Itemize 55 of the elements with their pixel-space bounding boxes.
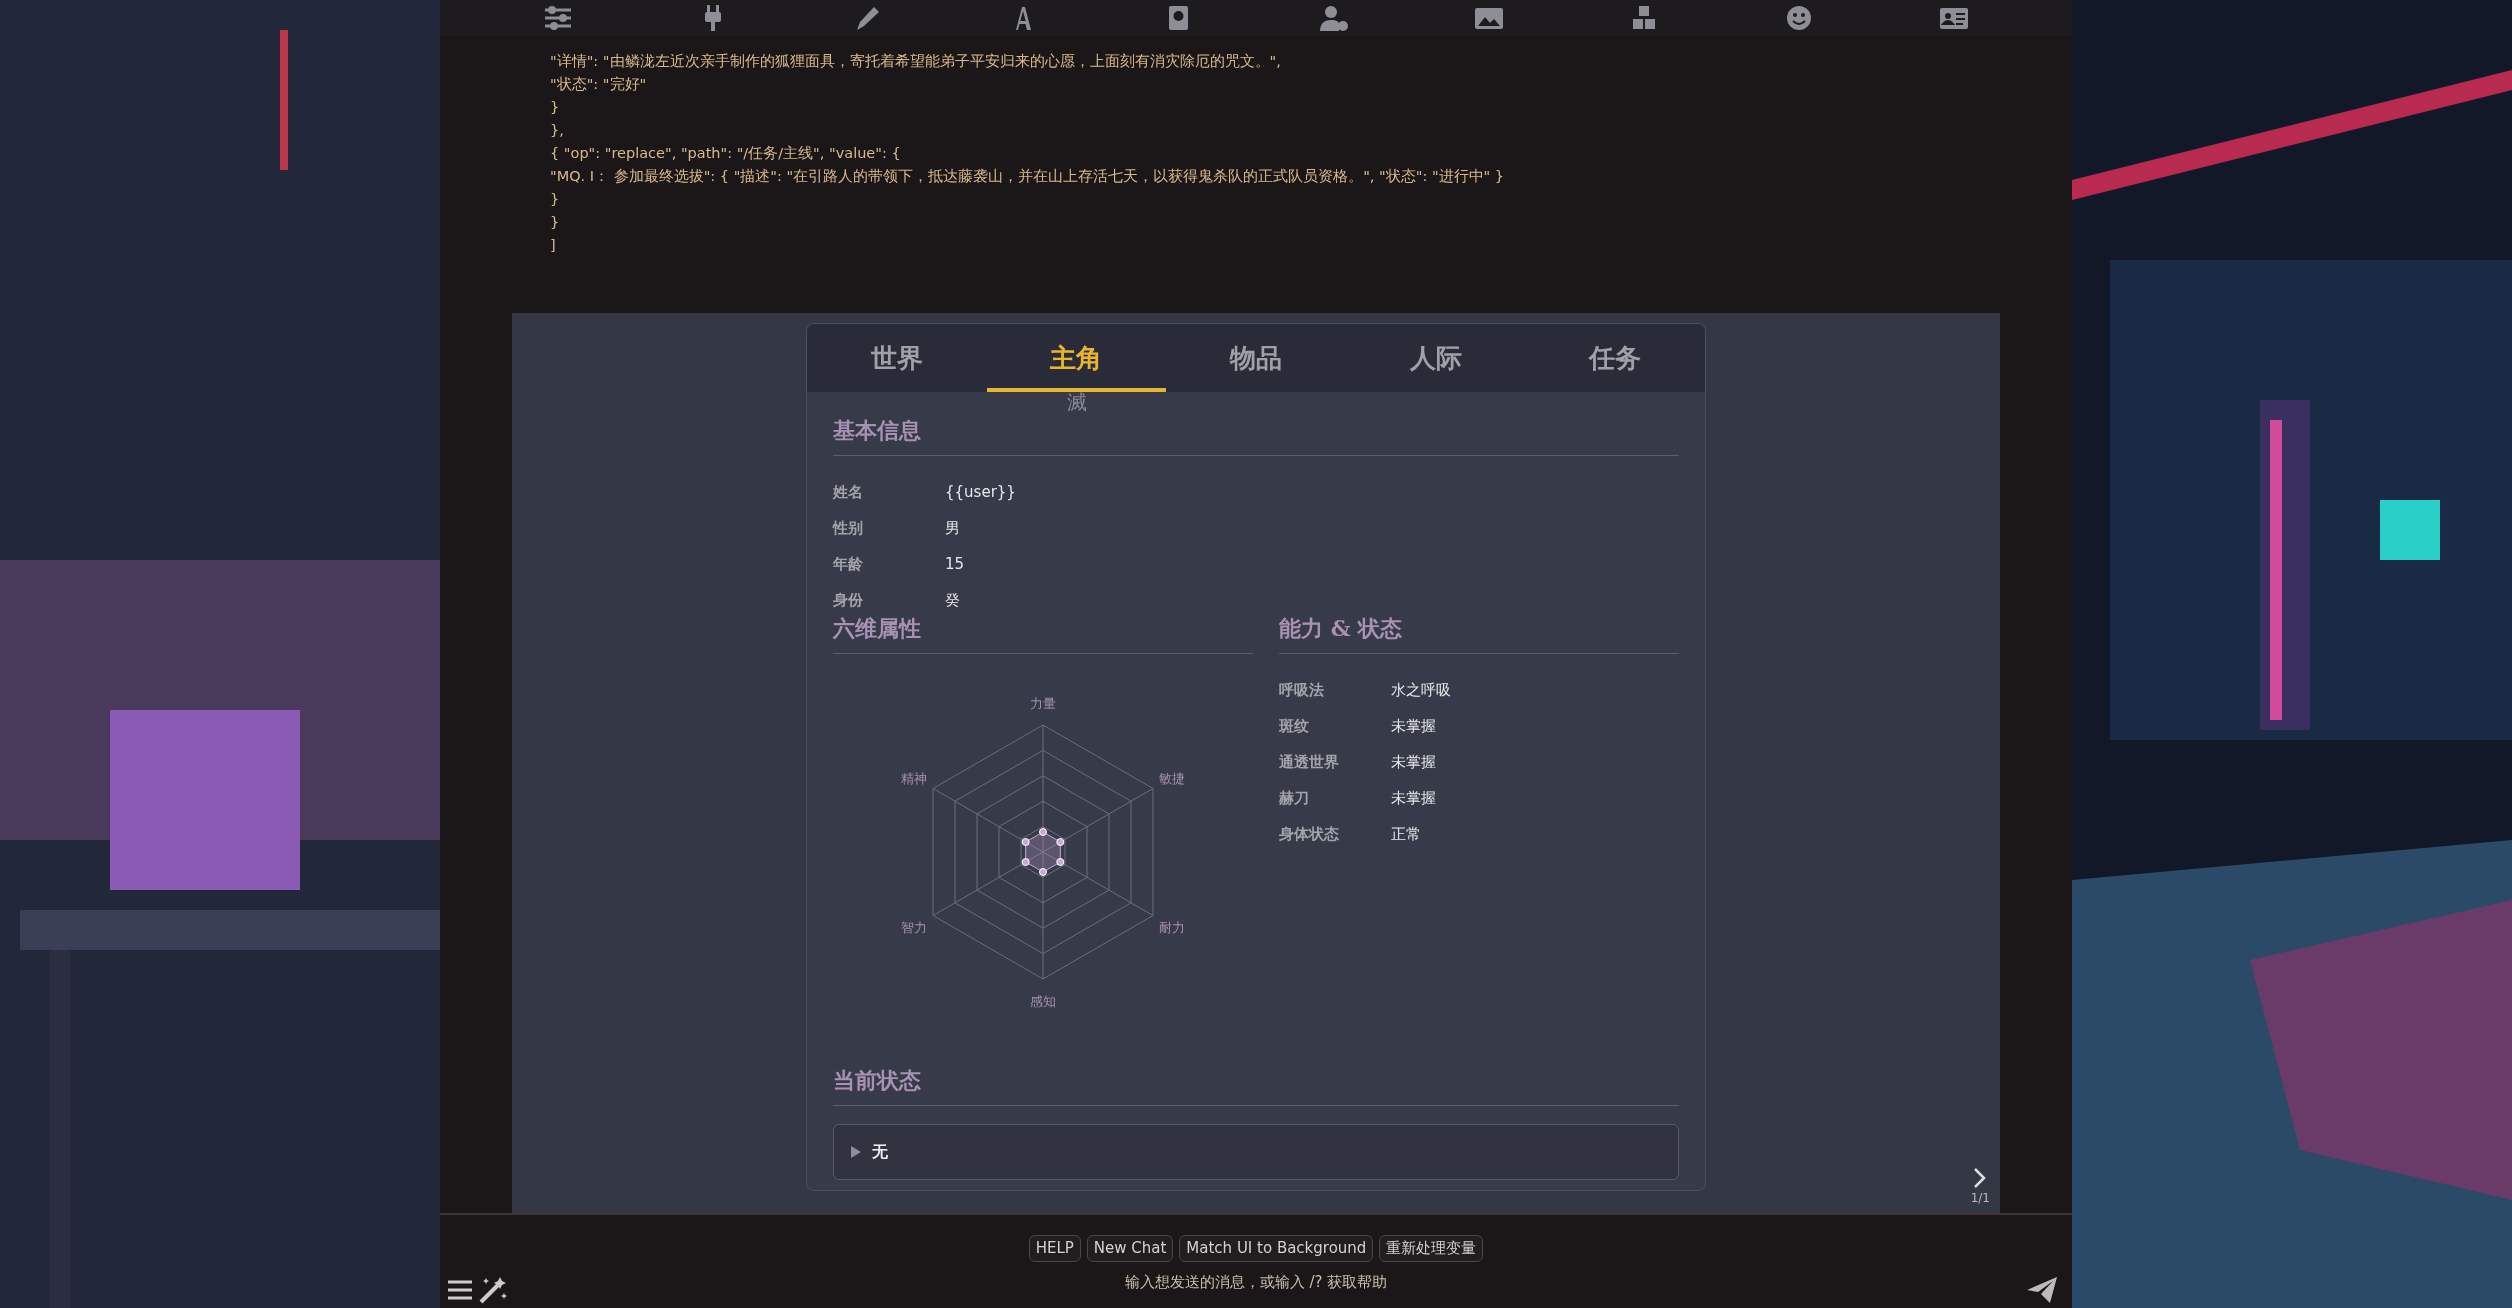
section-heading: 当前状态 xyxy=(833,1064,1679,1106)
field-label: 年龄 xyxy=(833,554,864,574)
field-value: 15 xyxy=(945,553,965,575)
section-heading: 能力 & 状态 xyxy=(1279,612,1679,654)
field-value: 癸 xyxy=(945,589,960,611)
send-icon[interactable] xyxy=(2026,1276,2058,1304)
field-value: 男 xyxy=(945,517,960,539)
section-heading: 基本信息 xyxy=(833,414,1679,456)
field-label: 呼吸法 xyxy=(1279,680,1325,700)
axis-label: 敏捷 xyxy=(1159,770,1186,786)
field-label: 姓名 xyxy=(833,482,864,502)
swipe-counter: 1/1 xyxy=(1970,1190,1990,1207)
code-line: { "op": "replace", "path": "/任务/主线", "value": { xyxy=(550,144,902,163)
field-label: 通透世界 xyxy=(1279,752,1340,772)
field-label: 赫刀 xyxy=(1279,788,1310,808)
field-label: 身份 xyxy=(833,590,864,610)
tab[interactable]: 人际 xyxy=(1345,324,1526,392)
quick-reply-button[interactable]: 重新处理变量 xyxy=(1379,1235,1484,1262)
axis-label: 智力 xyxy=(900,919,927,935)
tab[interactable]: 物品 xyxy=(1166,324,1346,392)
code-line: }, xyxy=(550,121,565,140)
axis-label: 耐力 xyxy=(1159,919,1186,935)
axis-label: 力量 xyxy=(1030,696,1056,711)
field-value: 水之呼吸 xyxy=(1391,679,1451,701)
axis-label: 感知 xyxy=(1030,994,1056,1009)
field-value: 正常 xyxy=(1391,823,1421,845)
quick-reply-button[interactable]: HELP xyxy=(1028,1235,1081,1262)
menu-icon[interactable] xyxy=(446,1278,474,1302)
field-label: 斑纹 xyxy=(1279,716,1310,736)
code-line: "详情": "由鳞泷左近次亲手制作的狐狸面具，寄托着希望能弟子平安归来的心愿，上面刻有消灾除厄的咒文。", xyxy=(550,52,1282,71)
message-input[interactable]: 输入想发送的消息，或输入 /? 获取帮助 xyxy=(806,1267,1706,1296)
section-heading: 六维属性 xyxy=(833,612,1253,654)
code-line: } xyxy=(550,213,561,232)
field-label: 性别 xyxy=(833,518,864,538)
code-line: } xyxy=(550,190,561,209)
field-value: 未掌握 xyxy=(1391,787,1436,809)
caret-right-icon[interactable] xyxy=(850,1146,862,1158)
state-summary[interactable]: 无 xyxy=(872,1140,888,1164)
tab[interactable]: 主角 xyxy=(986,324,1167,392)
tab[interactable]: 任务 xyxy=(1525,324,1705,392)
faint-text: 滅 xyxy=(1067,392,1087,412)
radar-shape xyxy=(1021,828,1065,876)
quick-reply-button[interactable]: New Chat xyxy=(1086,1235,1174,1262)
code-line: "状态": "完好" xyxy=(550,75,648,94)
field-label: 身体状态 xyxy=(1279,824,1340,844)
quick-reply-button[interactable]: Match UI to Background xyxy=(1179,1235,1374,1262)
code-line: ] xyxy=(550,236,557,255)
code-line: } xyxy=(550,98,561,117)
field-value: {{user}} xyxy=(945,481,1016,503)
tab[interactable]: 世界 xyxy=(807,324,987,392)
code-line: "MQ. I： 参加最终选拔": { "描述": "在引路人的带领下，抵达藤袭山，并在山上存活七天，以获得鬼杀队的正式队员资格。", "状态": "进行中" } xyxy=(550,167,1506,186)
field-value: 未掌握 xyxy=(1391,715,1436,737)
axis-label: 精神 xyxy=(900,770,927,786)
magic-wand-icon[interactable] xyxy=(478,1276,508,1304)
field-value: 未掌握 xyxy=(1391,751,1436,773)
